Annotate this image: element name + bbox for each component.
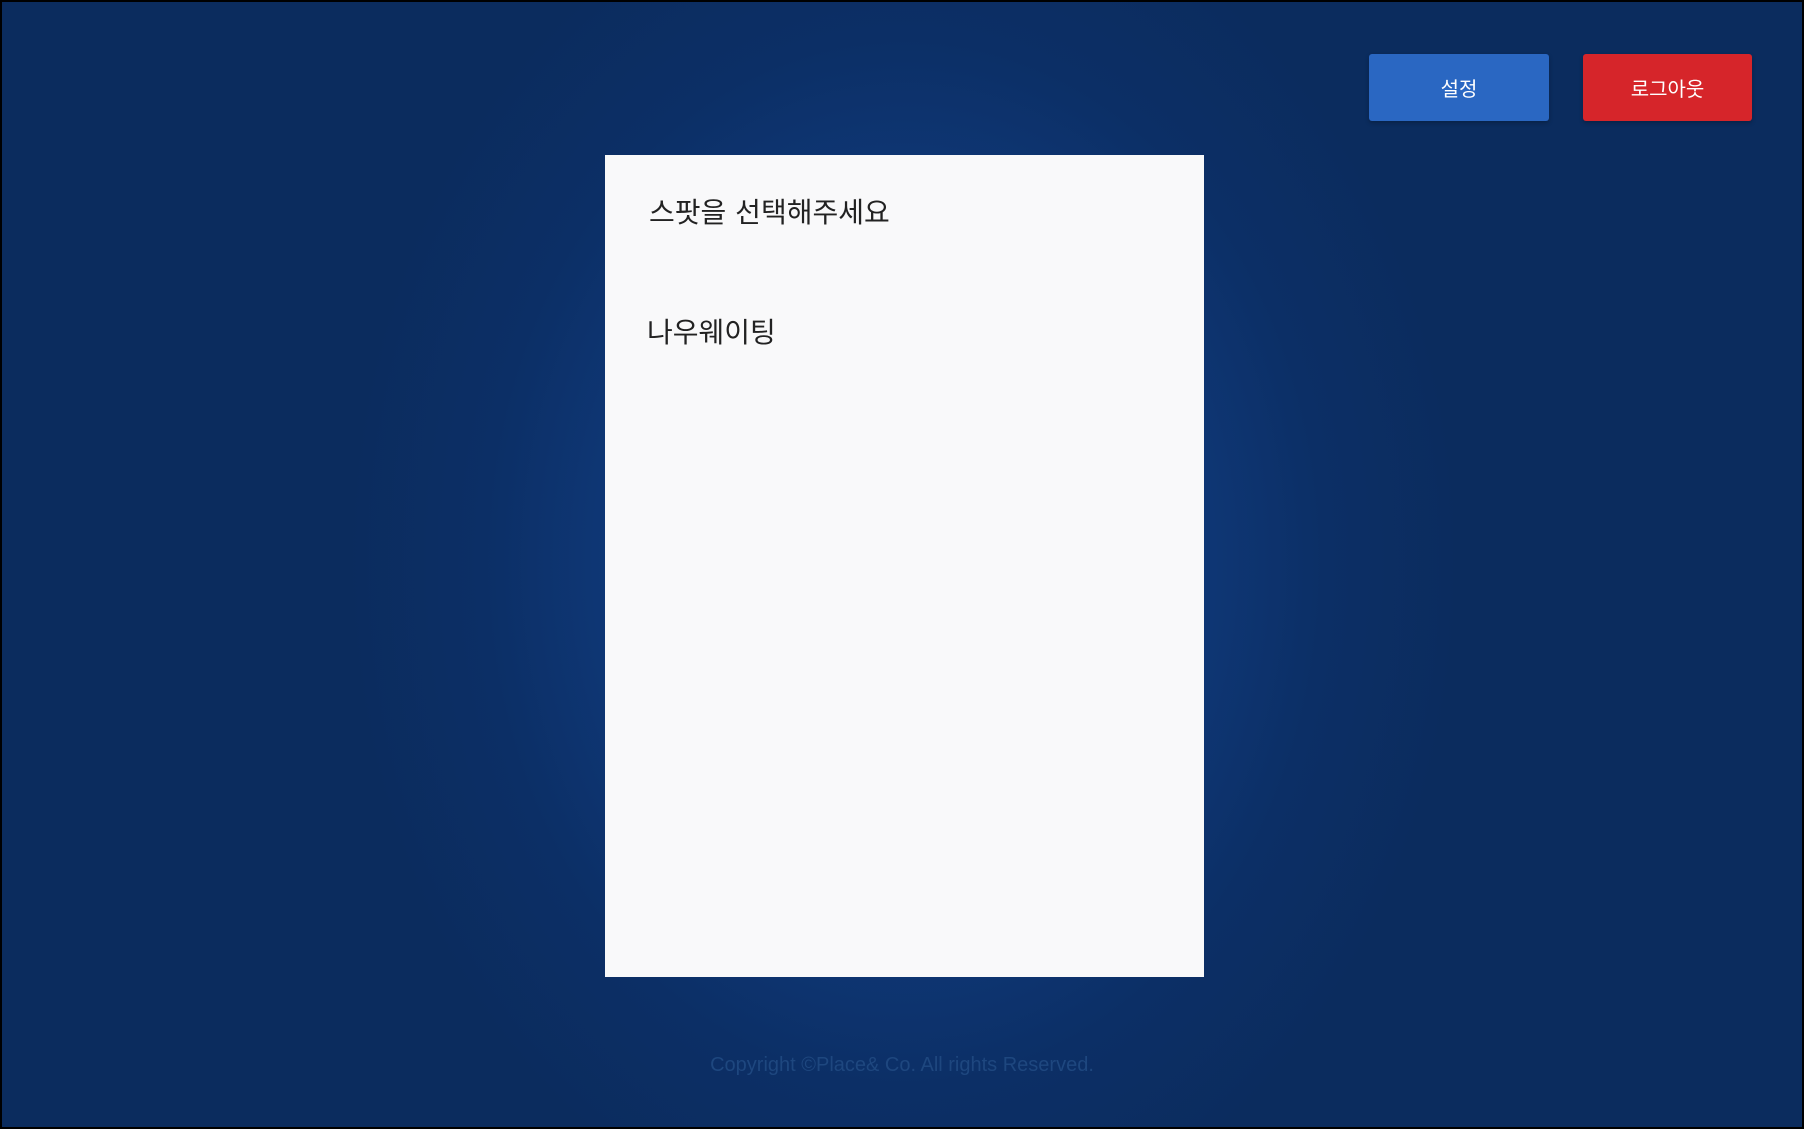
settings-button[interactable]: 설정 [1369, 54, 1549, 121]
spot-item-label: 나우웨이팅 [647, 316, 776, 349]
panel-title: 스팟을 선택해주세요 [649, 196, 890, 229]
app-screen: 설정 로그아웃 스팟을 선택해주세요 나우웨이팅 Copyright ©Plac… [0, 0, 1804, 1129]
copyright-footer: Copyright ©Place& Co. All rights Reserve… [710, 1054, 1094, 1076]
spot-list[interactable]: 나우웨이팅 [605, 305, 1204, 977]
spot-item[interactable]: 나우웨이팅 [605, 305, 1204, 361]
top-action-bar: 설정 로그아웃 [1369, 54, 1752, 121]
spot-selection-panel: 스팟을 선택해주세요 나우웨이팅 [605, 155, 1204, 977]
logout-button[interactable]: 로그아웃 [1583, 54, 1752, 121]
